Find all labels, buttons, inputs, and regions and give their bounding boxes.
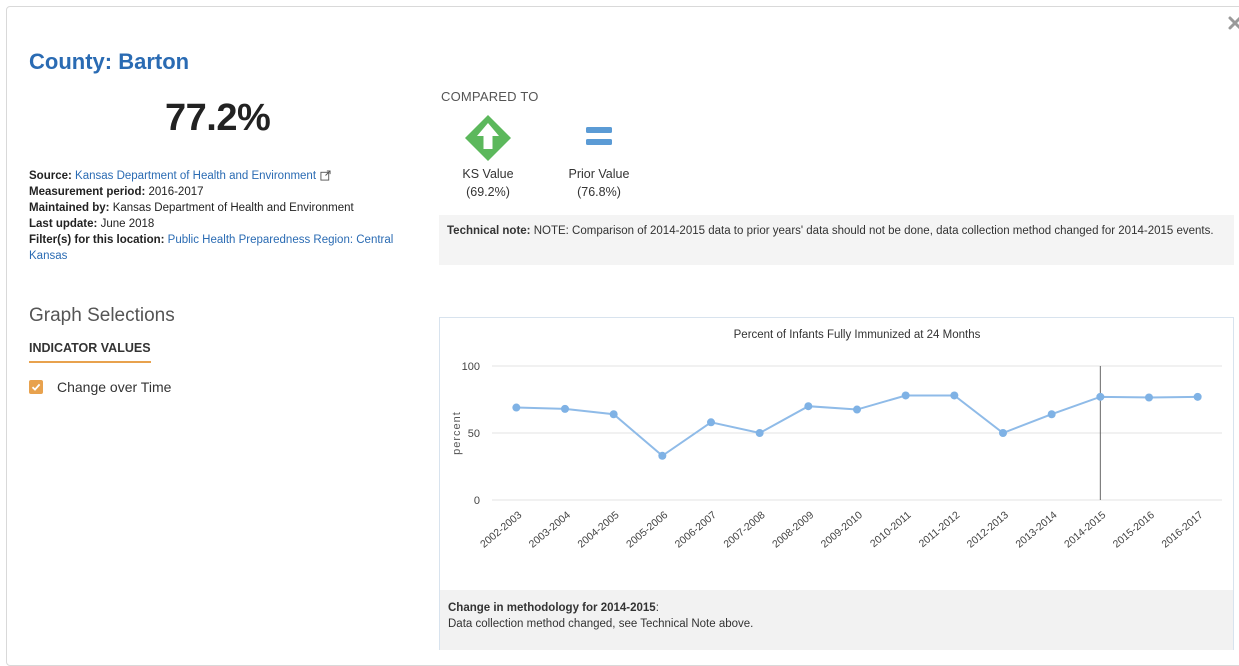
data-point: [609, 410, 618, 419]
data-point: [901, 391, 910, 400]
ks-value-label: KS Value: [462, 167, 514, 181]
x-tick-label: 2005-2006: [624, 509, 670, 551]
y-tick-label: 50: [468, 428, 480, 440]
close-icon[interactable]: [1227, 15, 1239, 31]
update-label: Last update:: [29, 218, 98, 230]
equal-icon: [586, 127, 612, 145]
period-value: 2016-2017: [148, 186, 204, 198]
x-tick-label: 2008-2009: [770, 509, 816, 551]
x-tick-label: 2013-2014: [1013, 509, 1059, 551]
x-tick-label: 2003-2004: [527, 509, 573, 551]
change-over-time-checkbox[interactable]: [29, 380, 43, 394]
data-point: [999, 429, 1007, 437]
indicator-values-tab[interactable]: INDICATOR VALUES: [29, 341, 151, 363]
data-point: [755, 429, 764, 437]
prior-value-comparison: Prior Value (76.8%): [559, 115, 639, 201]
y-axis-label: percent: [451, 411, 463, 455]
chart-container: Percent of Infants Fully Immunized at 24…: [439, 317, 1234, 650]
page-title: County: Barton: [29, 49, 190, 74]
compared-to-heading: COMPARED TO: [441, 89, 539, 104]
data-point: [1096, 392, 1105, 401]
ks-value-comparison: KS Value (69.2%): [453, 115, 523, 201]
period-label: Measurement period:: [29, 186, 146, 198]
source-link[interactable]: Kansas Department of Health and Environm…: [75, 170, 316, 182]
x-tick-label: 2009-2010: [819, 509, 865, 551]
prior-value-label: Prior Value: [568, 167, 630, 181]
data-point: [1047, 410, 1056, 419]
line-chart: Percent of Infants Fully Immunized at 24…: [451, 329, 1222, 551]
y-tick-label: 0: [474, 495, 480, 507]
external-link-icon[interactable]: [320, 170, 331, 181]
change-over-time-label: Change over Time: [57, 379, 172, 395]
technical-note-label: Technical note:: [447, 225, 531, 237]
x-tick-label: 2007-2008: [721, 509, 767, 551]
update-row: Last update: June 2018: [29, 216, 419, 232]
x-tick-label: 2011-2012: [917, 509, 963, 550]
x-tick-label: 2006-2007: [673, 509, 719, 551]
indicator-value: 77.2%: [165, 97, 271, 139]
series-line: [516, 394, 1198, 458]
period-row: Measurement period: 2016-2017: [29, 184, 419, 200]
ks-value-number: (69.2%): [466, 185, 510, 199]
maintained-value: Kansas Department of Health and Environm…: [112, 202, 354, 214]
chart-footnote-title: Change in methodology for 2014-2015: [448, 602, 656, 614]
filter-label: Filter(s) for this location:: [29, 234, 165, 246]
green-up-arrow-icon: [465, 115, 511, 161]
source-row: Source: Kansas Department of Health and …: [29, 168, 419, 184]
update-value: June 2018: [100, 218, 155, 230]
chart-footnote: Change in methodology for 2014-2015: Dat…: [440, 590, 1233, 650]
x-tick-label: 2002-2003: [478, 509, 524, 551]
chart-footnote-text: Data collection method changed, see Tech…: [448, 618, 754, 630]
prior-value-number: (76.8%): [577, 185, 621, 199]
data-point: [707, 418, 715, 427]
y-tick-label: 100: [462, 361, 480, 373]
data-point: [853, 405, 861, 414]
data-point: [512, 403, 521, 412]
maintained-row: Maintained by: Kansas Department of Heal…: [29, 200, 419, 216]
source-label: Source:: [29, 170, 72, 182]
technical-note-text: NOTE: Comparison of 2014-2015 data to pr…: [533, 225, 1214, 237]
x-tick-label: 2014-2015: [1062, 509, 1108, 551]
filter-row: Filter(s) for this location: Public Heal…: [29, 232, 419, 264]
indicator-metadata: Source: Kansas Department of Health and …: [29, 168, 419, 264]
x-tick-label: 2015-2016: [1111, 509, 1157, 551]
data-point: [1145, 393, 1153, 402]
technical-note: Technical note: NOTE: Comparison of 2014…: [439, 215, 1234, 265]
data-point: [561, 404, 569, 413]
change-over-time-option[interactable]: Change over Time: [29, 379, 171, 395]
checkmark-icon: [31, 383, 41, 391]
x-tick-label: 2016-2017: [1159, 509, 1205, 551]
data-point: [950, 391, 959, 400]
maintained-label: Maintained by:: [29, 202, 110, 214]
x-tick-label: 2012-2013: [965, 509, 1011, 551]
graph-selections-heading: Graph Selections: [29, 305, 175, 326]
indicator-modal: County: Barton 77.2% Source: Kansas Depa…: [6, 6, 1239, 666]
x-tick-label: 2004-2005: [575, 509, 621, 551]
data-point: [1193, 392, 1202, 401]
x-tick-label: 2010-2011: [868, 509, 914, 550]
data-point: [804, 402, 813, 411]
data-point: [658, 451, 667, 460]
chart-title: Percent of Infants Fully Immunized at 24…: [734, 329, 981, 341]
